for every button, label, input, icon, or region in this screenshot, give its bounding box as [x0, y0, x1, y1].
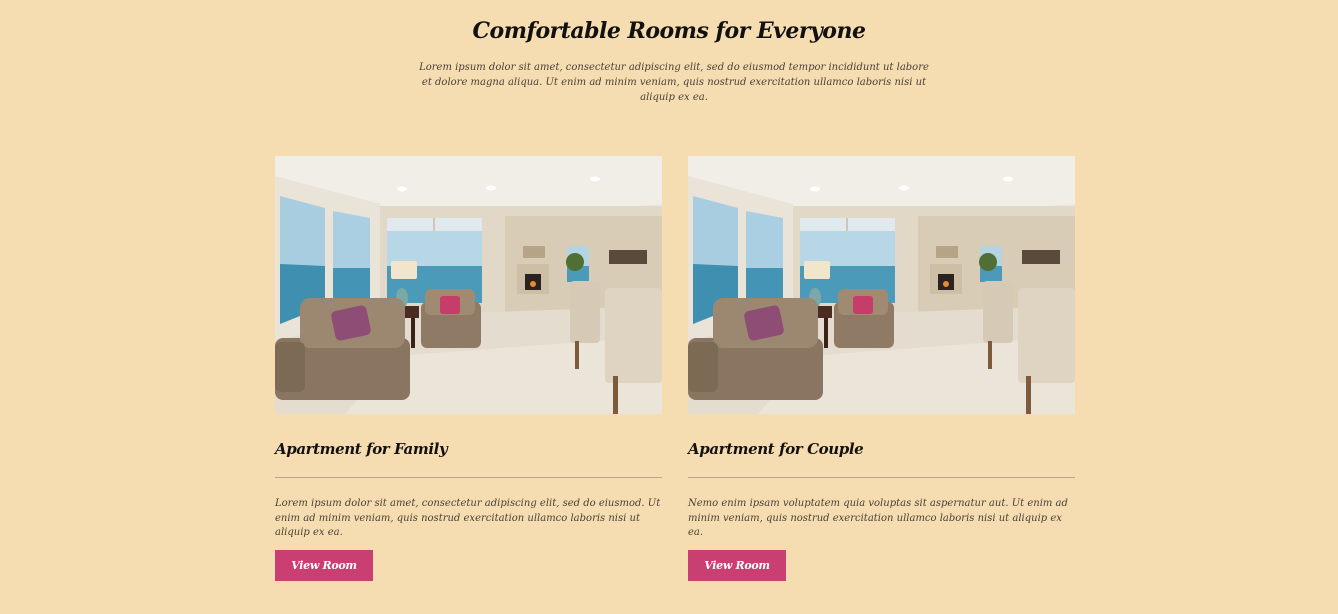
view-room-button[interactable]: View Room — [688, 550, 786, 581]
room-description: Nemo enim ipsam voluptatem quia voluptas… — [688, 498, 1068, 538]
room-card-family: Apartment for Family Lorem ipsum dolor s… — [275, 156, 662, 581]
room-title: Apartment for Family — [275, 440, 448, 458]
room-title: Apartment for Couple — [688, 440, 864, 458]
section-title: Comfortable Rooms for Everyone — [472, 18, 866, 44]
room-photo-living-room — [275, 156, 662, 414]
room-card-couple: Apartment for Couple Nemo enim ipsam vol… — [688, 156, 1075, 581]
divider — [688, 477, 1075, 478]
divider — [275, 477, 662, 478]
room-photo-living-room — [688, 156, 1075, 414]
view-room-button[interactable]: View Room — [275, 550, 373, 581]
room-description: Lorem ipsum dolor sit amet, consectetur … — [275, 498, 661, 538]
section-subtitle: Lorem ipsum dolor sit amet, consectetur … — [419, 62, 929, 103]
